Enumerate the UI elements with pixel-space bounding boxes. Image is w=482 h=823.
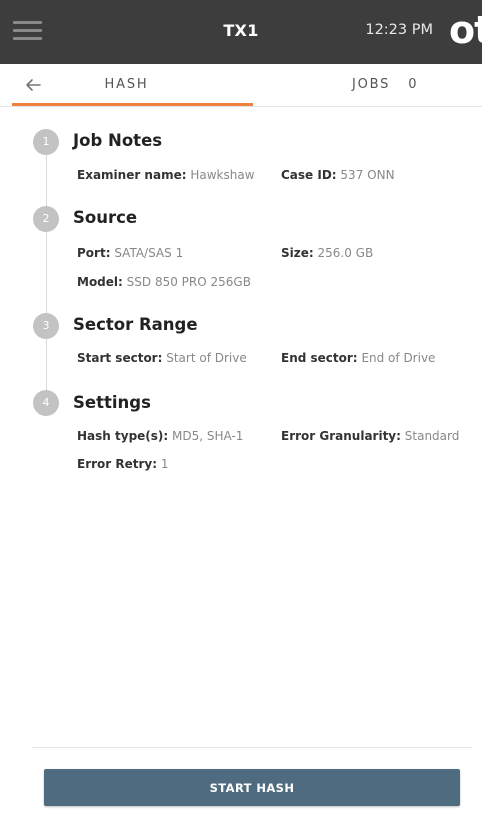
field-value: Start of Drive [166,351,247,365]
field-value: 256.0 GB [317,246,374,260]
field-value: Hawkshaw [190,168,255,182]
field-key: Model: [77,275,123,289]
field-key: Size: [281,246,314,260]
step-number-badge: 1 [33,129,59,155]
step-timeline-line [46,154,47,412]
field-key: End sector: [281,351,358,365]
field-value: SATA/SAS 1 [114,246,184,260]
field-port: Port: SATA/SAS 1 [77,246,183,260]
field-start-sector: Start sector: Start of Drive [77,351,247,365]
footer-divider [32,747,472,748]
field-hash-types: Hash type(s): MD5, SHA-1 [77,429,243,443]
tab-bar: HASH JOBS 0 [0,64,482,107]
top-app-bar: TX1 12:23 PM ot [0,0,482,64]
field-value: 537 ONN [340,168,395,182]
start-hash-button[interactable]: START HASH [44,769,460,806]
field-key: Start sector: [77,351,163,365]
arrow-left-icon[interactable] [20,72,46,98]
field-value: MD5, SHA-1 [172,429,244,443]
tab-jobs-label: JOBS [352,77,391,92]
step-number-badge: 4 [33,390,59,416]
field-key: Error Retry: [77,457,158,471]
field-key: Hash type(s): [77,429,169,443]
field-key: Case ID: [281,168,337,182]
field-error-granularity: Error Granularity: Standard [281,429,459,443]
field-value: 1 [160,457,169,471]
step-number-badge: 2 [33,206,59,232]
active-tab-indicator [12,103,253,106]
tab-jobs[interactable]: JOBS 0 [352,64,418,106]
field-value: Standard [404,429,460,443]
field-error-retry: Error Retry: 1 [77,457,169,471]
step-number-badge: 3 [33,313,59,339]
field-value: SSD 850 PRO 256GB [126,275,251,289]
field-value: End of Drive [361,351,436,365]
brand-logo: ot [449,8,482,52]
tab-hash-label: HASH [104,77,149,92]
field-case-id: Case ID: 537 ONN [281,168,395,182]
field-examiner-name: Examiner name: Hawkshaw [77,168,255,182]
step-title-sector-range: Sector Range [73,315,198,334]
field-key: Examiner name: [77,168,187,182]
step-title-source: Source [73,208,138,227]
clock: 12:23 PM [365,22,433,38]
step-title-job-notes: Job Notes [73,131,163,150]
field-model: Model: SSD 850 PRO 256GB [77,275,251,289]
jobs-count: 0 [408,77,419,92]
field-end-sector: End sector: End of Drive [281,351,435,365]
step-title-settings: Settings [73,393,151,412]
field-key: Error Granularity: [281,429,401,443]
field-key: Port: [77,246,111,260]
field-size: Size: 256.0 GB [281,246,373,260]
